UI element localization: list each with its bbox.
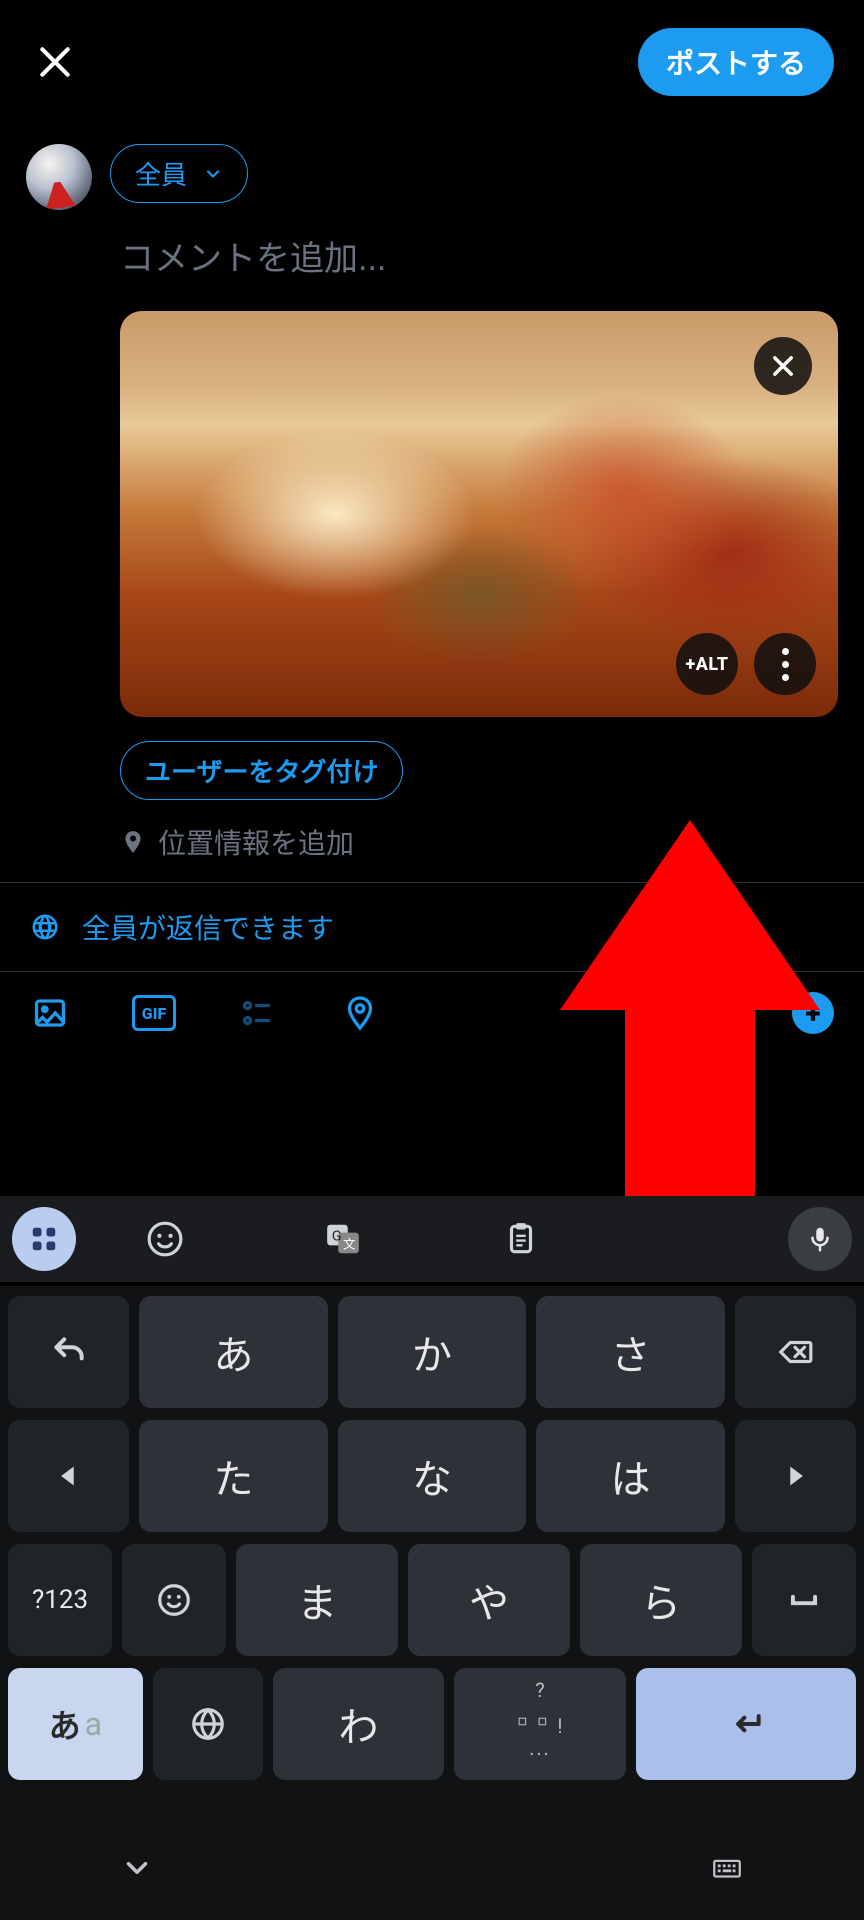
remove-media-button[interactable] — [754, 337, 812, 395]
compose-header: ポストする — [0, 0, 864, 124]
location-pin-icon — [120, 829, 146, 855]
tag-users-button[interactable]: ユーザーをタグ付け — [120, 741, 403, 800]
key-a[interactable]: あ — [139, 1296, 328, 1408]
audience-label: 全員 — [135, 155, 187, 192]
microphone-icon — [805, 1224, 835, 1254]
nav-back-button[interactable] — [120, 1851, 154, 1889]
smile-icon — [155, 1581, 193, 1619]
translate-icon: G文 — [324, 1220, 362, 1258]
key-enter[interactable] — [636, 1668, 856, 1780]
key-ra[interactable]: ら — [580, 1544, 742, 1656]
reply-settings-label: 全員が返信できます — [82, 907, 334, 947]
triangle-right-icon — [776, 1457, 814, 1495]
enter-icon — [727, 1705, 765, 1743]
key-ma[interactable]: ま — [236, 1544, 398, 1656]
key-backspace[interactable] — [735, 1296, 856, 1408]
voice-input-button[interactable] — [788, 1207, 852, 1271]
key-undo[interactable] — [8, 1296, 129, 1408]
key-left[interactable] — [8, 1420, 129, 1532]
key-mode-numeric[interactable]: ?123 — [8, 1544, 112, 1656]
post-button[interactable]: ポストする — [638, 28, 834, 96]
key-ha[interactable]: は — [536, 1420, 725, 1532]
media-actions: +ALT — [676, 633, 816, 695]
key-globe[interactable] — [153, 1668, 263, 1780]
key-right[interactable] — [735, 1420, 856, 1532]
compose-body — [0, 210, 864, 279]
more-vertical-icon — [782, 648, 789, 681]
keyboard-apps-button[interactable] — [12, 1207, 76, 1271]
add-image-button[interactable] — [30, 993, 70, 1033]
key-language-toggle[interactable]: あa — [8, 1668, 143, 1780]
media-more-button[interactable] — [754, 633, 816, 695]
nav-keyboard-switch-button[interactable] — [710, 1851, 744, 1889]
clipboard-button[interactable] — [499, 1217, 543, 1261]
location-pin-icon — [342, 995, 378, 1031]
add-location-toolbar-button[interactable] — [340, 993, 380, 1033]
add-location-label: 位置情報を追加 — [158, 822, 354, 862]
keyboard-top-bar: G文 — [0, 1196, 864, 1282]
key-ka[interactable]: か — [338, 1296, 527, 1408]
key-na[interactable]: な — [338, 1420, 527, 1532]
smile-icon — [146, 1220, 184, 1258]
user-avatar[interactable] — [26, 144, 92, 210]
globe-icon — [30, 912, 60, 942]
backspace-icon — [776, 1333, 814, 1371]
clipboard-icon — [502, 1220, 540, 1258]
key-sa[interactable]: さ — [536, 1296, 725, 1408]
svg-text:G: G — [332, 1229, 342, 1245]
triangle-left-icon — [50, 1457, 88, 1495]
grid-icon — [29, 1224, 59, 1254]
under-media-row: ユーザーをタグ付け — [0, 717, 864, 800]
space-icon — [785, 1581, 823, 1619]
add-thread-button[interactable]: + — [792, 992, 834, 1034]
audience-selector[interactable]: 全員 — [110, 144, 248, 203]
keyboard-icon — [710, 1851, 744, 1885]
globe-icon — [189, 1705, 227, 1743]
add-poll-button[interactable] — [238, 993, 278, 1033]
add-gif-button[interactable]: GIF — [132, 995, 176, 1031]
key-wa[interactable]: わ — [273, 1668, 444, 1780]
key-ta[interactable]: た — [139, 1420, 328, 1532]
compose-meta-row: 全員 — [0, 124, 864, 210]
system-nav-bar — [0, 1820, 864, 1920]
add-location-button[interactable]: 位置情報を追加 — [0, 800, 864, 882]
chevron-down-icon — [120, 1851, 154, 1885]
image-icon — [32, 995, 68, 1031]
key-space[interactable] — [752, 1544, 856, 1656]
compose-toolbar: GIF + — [0, 972, 864, 1056]
compose-text-input[interactable] — [120, 240, 838, 279]
close-icon — [36, 43, 74, 81]
poll-icon — [240, 995, 276, 1031]
svg-text:文: 文 — [343, 1238, 356, 1253]
close-button[interactable] — [30, 37, 80, 87]
emoji-button[interactable] — [143, 1217, 187, 1261]
translate-button[interactable]: G文 — [321, 1217, 365, 1261]
chevron-down-icon — [203, 164, 223, 184]
add-alt-text-button[interactable]: +ALT — [676, 633, 738, 695]
reply-settings-button[interactable]: 全員が返信できます — [0, 882, 864, 972]
key-ya[interactable]: や — [408, 1544, 570, 1656]
soft-keyboard: あ か さ た な は ?123 ま や ら あa わ ? ⸋⸋! ··· — [0, 1286, 864, 1820]
attached-image[interactable]: +ALT — [120, 311, 838, 717]
key-symbols[interactable]: ? ⸋⸋! ··· — [454, 1668, 625, 1780]
undo-icon — [50, 1333, 88, 1371]
close-icon — [769, 352, 797, 380]
key-emoji[interactable] — [122, 1544, 226, 1656]
